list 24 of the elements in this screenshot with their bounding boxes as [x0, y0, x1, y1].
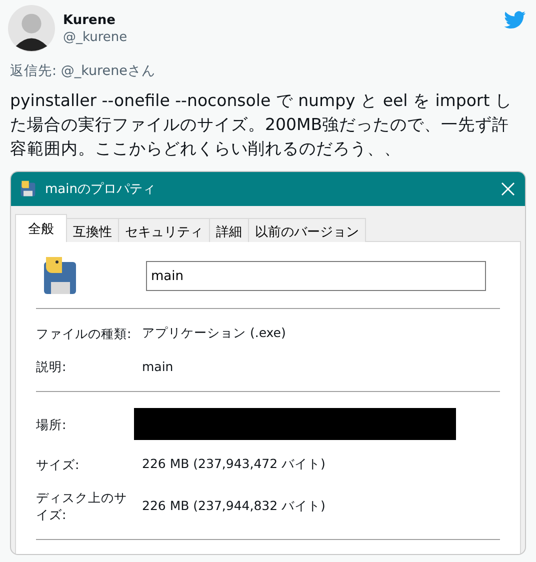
author-name[interactable]: Kurene: [63, 13, 496, 28]
field-label: サイズ:: [36, 456, 80, 473]
tweet-text: pyinstaller --onefile --noconsole で numpy と eel を import した場合の実行ファイルのサイズ。200MB強だったので、一先ず許容範囲内。ここからどれくらい削れるのだろう、、: [10, 90, 513, 160]
window-title: mainのプロパティ: [45, 181, 156, 198]
field-value: 226 MB (237,943,472 バイト): [142, 456, 326, 473]
field-label: 説明:: [36, 358, 68, 375]
file-name-field[interactable]: main: [146, 261, 486, 291]
tab[interactable]: セキュリティ: [118, 218, 210, 242]
tab[interactable]: 互換性: [66, 218, 119, 242]
tab[interactable]: 以前のバージョン: [248, 218, 366, 242]
field-value: 226 MB (237,944,832 バイト): [142, 498, 326, 514]
reply-to-text: 返信先: @_kureneさん: [10, 62, 156, 80]
author-handle[interactable]: @_kurene: [63, 30, 496, 45]
bird-icon[interactable]: [504, 11, 526, 29]
field-label: ファイルの種類:: [36, 325, 132, 342]
field-value: アプリケーション (.exe): [142, 325, 286, 342]
field-label: ディスク上のサイズ:: [36, 489, 128, 523]
tab[interactable]: 詳細: [209, 218, 249, 242]
tab[interactable]: 全般: [15, 214, 67, 242]
avatar[interactable]: [8, 5, 55, 52]
floppy-icon: [19, 180, 37, 198]
close-button[interactable]: [499, 180, 517, 198]
field-label: 場所:: [36, 416, 68, 432]
field-value: main: [142, 359, 174, 374]
